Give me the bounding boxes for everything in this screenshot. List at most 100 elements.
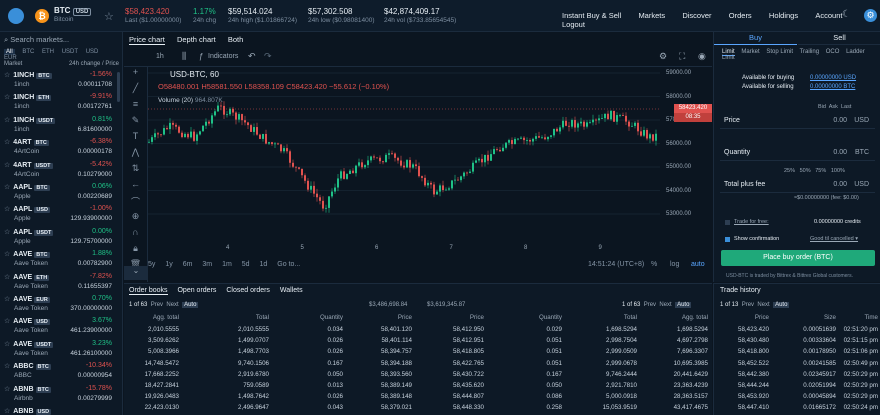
sidebar-scrollbar[interactable] [117,72,120,102]
trade-prev[interactable]: Prev [742,302,754,308]
bid-next[interactable]: Next [166,302,178,308]
text-tool-icon[interactable]: T [124,131,147,147]
opt-bid[interactable]: Bid [818,104,826,110]
nav-orders[interactable]: Orders [729,11,752,20]
settings-gear-icon[interactable]: ⚙ [864,9,877,22]
range-1y[interactable]: 1y [165,261,172,268]
favorite-star-icon[interactable]: ☆ [4,318,10,325]
type-market[interactable]: Market [741,49,759,55]
bid-prev[interactable]: Prev [151,302,163,308]
confirm-checkbox[interactable] [725,237,730,242]
nav-holdings[interactable]: Holdings [769,11,798,20]
range-1m[interactable]: 1m [222,261,232,268]
opt-last[interactable]: Last [841,104,851,110]
trendline-icon[interactable]: ╱ [124,83,147,99]
range-3m[interactable]: 3m [202,261,212,268]
total-field[interactable]: Total plus fee 0.00 USD [720,179,875,193]
trade-free-checkbox[interactable] [725,220,730,225]
goto-date[interactable]: Go to... [277,261,300,268]
crosshair-icon[interactable]: + [124,67,147,83]
favorite-star-icon[interactable]: ☆ [4,72,10,79]
ask-next[interactable]: Next [659,302,671,308]
market-list-item[interactable]: ☆ 4ART USDT -5.42% 4ArtCoin 0.10279000 [4,160,112,182]
candlestick-plot[interactable] [148,67,660,257]
favorite-star-icon[interactable]: ☆ [4,363,10,370]
market-list-item[interactable]: ☆ ABBC BTC -10.34% ABBC 0.00000954 [4,361,112,383]
time-in-force-select[interactable]: Good til cancelled ▾ [810,236,858,242]
favorite-star-icon[interactable]: ☆ [4,206,10,213]
prediction-icon[interactable]: ⇅ [124,163,147,179]
bittrex-logo-icon[interactable] [8,8,24,24]
favorite-star-icon[interactable]: ☆ [104,10,114,23]
bid-auto-select[interactable]: Auto [182,302,199,308]
favorite-star-icon[interactable]: ☆ [4,274,10,281]
favorite-star-icon[interactable]: ☆ [4,184,10,191]
market-list-item[interactable]: ☆ AAPL USD -1.00% Apple 129.93900000 [4,204,112,226]
avail-buy-value[interactable]: 0.00000000 USD [810,75,856,81]
favorite-star-icon[interactable]: ☆ [4,408,10,415]
opt-ask[interactable]: Ask [829,104,838,110]
zoom-icon[interactable]: ⊕ [124,211,147,227]
filter-eth[interactable]: ETH [42,49,54,55]
quantity-field[interactable]: Quantity 0.00 BTC [720,147,875,161]
favorite-star-icon[interactable]: ☆ [4,296,10,303]
scale-auto[interactable]: auto [691,261,705,268]
range-1d[interactable]: 1d [260,261,268,268]
favorite-star-icon[interactable]: ☆ [4,229,10,236]
market-list-item[interactable]: ☆ AAPL BTC 0.06% Apple 0.00220689 [4,182,112,204]
range-5d[interactable]: 5d [242,261,250,268]
nav-logout[interactable]: Logout [562,20,585,29]
back-icon[interactable]: ← [124,179,147,195]
trade-free-label[interactable]: Trade for free: [734,219,769,225]
market-list-item[interactable]: ☆ AAVE BTC 1.88% Aave Token 0.00782900 [4,249,112,271]
tab-buy[interactable]: Buy [714,32,797,45]
market-list-item[interactable]: ☆ 4ART BTC -6.38% 4ArtCoin 0.00000178 [4,137,112,159]
tab-open-orders[interactable]: Open orders [177,287,216,294]
tab-sell[interactable]: Sell [798,32,880,45]
avail-sell-value[interactable]: 0.00000000 BTC [810,84,855,90]
scale-percent[interactable]: % [651,261,657,268]
col-market[interactable]: Market [4,61,22,67]
candle-type-icon[interactable]: ⫼ [182,51,186,62]
trade-auto-select[interactable]: Auto [773,302,790,308]
redo-icon[interactable]: ↷ [264,51,272,62]
favorite-star-icon[interactable]: ☆ [4,251,10,258]
tab-depth-chart[interactable]: Depth chart [177,35,216,44]
tab-wallets[interactable]: Wallets [280,287,303,294]
market-list-item[interactable]: ☆ 1INCH BTC -1.56% 1inch 0.00011708 [4,70,112,92]
col-change[interactable]: 24h change / Price [69,61,119,67]
market-list-item[interactable]: ☆ 1INCH USDT 0.81% 1inch 6.81600000 [4,115,112,137]
nav-instant-buy[interactable]: Instant Buy & Sell [562,11,621,20]
favorite-star-icon[interactable]: ☆ [4,162,10,169]
place-buy-order-button[interactable]: Place buy order (BTC) [721,250,875,266]
lock-icon[interactable]: 🔒︎ [124,243,147,259]
market-list-item[interactable]: ☆ AAVE EUR 0.70% Aave Token 370.00000000 [4,294,112,316]
price-axis[interactable]: 59000.0058000.0057000.0056000.0055000.00… [660,67,712,257]
favorite-star-icon[interactable]: ☆ [4,139,10,146]
nav-account[interactable]: Account [815,11,842,20]
collapse-chevron-icon[interactable]: ⌄ [124,266,148,280]
type-oco[interactable]: OCO [826,49,840,55]
chart-symbol[interactable]: USD-BTC, 60 [170,70,219,79]
filter-usd[interactable]: USD [86,49,99,55]
price-field[interactable]: Price 0.00 USD [720,115,875,129]
undo-icon[interactable]: ↶ [248,51,256,62]
tab-both[interactable]: Both [228,35,243,44]
pct-50[interactable]: 50% [800,168,811,174]
market-list-item[interactable]: ☆ABNBUSDAirbnb [4,406,112,415]
tab-closed-orders[interactable]: Closed orders [226,287,270,294]
ruler-icon[interactable]: ⌒ [124,195,147,211]
tab-order-books[interactable]: Order books [129,287,168,295]
favorite-star-icon[interactable]: ☆ [4,94,10,101]
tab-price-chart[interactable]: Price chart [129,35,165,45]
range-6m[interactable]: 6m [183,261,193,268]
scale-log[interactable]: log [670,261,679,268]
indicators-button[interactable]: Indicators [208,53,238,60]
nav-markets[interactable]: Markets [638,11,665,20]
fib-icon[interactable]: ≡ [124,99,147,115]
pct-25[interactable]: 25% [784,168,795,174]
market-list-item[interactable]: ☆ AAVE ETH -7.82% Aave Token 0.11655397 [4,272,112,294]
pct-100[interactable]: 100% [831,168,845,174]
type-stop-limit[interactable]: Stop Limit [766,49,793,55]
favorite-star-icon[interactable]: ☆ [4,117,10,124]
